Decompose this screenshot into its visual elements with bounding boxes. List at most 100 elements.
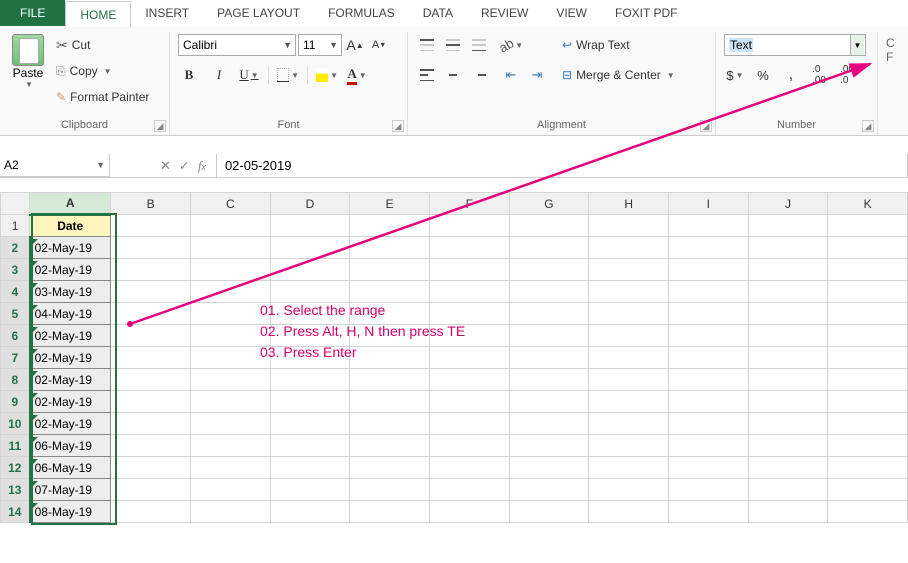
tab-home[interactable]: HOME <box>65 1 131 27</box>
cell-B9[interactable] <box>111 391 191 413</box>
orientation-button[interactable]: ab▼ <box>500 34 522 56</box>
cell-A2[interactable]: 02-May-19 <box>30 237 111 259</box>
cell-H9[interactable] <box>589 391 669 413</box>
cell-C8[interactable] <box>190 369 270 391</box>
cell-D1[interactable] <box>270 215 350 237</box>
font-name-select[interactable]: Calibri▼ <box>178 34 296 56</box>
cell-I2[interactable] <box>668 237 748 259</box>
cell-K6[interactable] <box>828 325 908 347</box>
cell-H1[interactable] <box>589 215 669 237</box>
cell-B1[interactable] <box>111 215 191 237</box>
cell-E13[interactable] <box>350 479 430 501</box>
cell-G6[interactable] <box>509 325 589 347</box>
cell-K13[interactable] <box>828 479 908 501</box>
decrease-indent-button[interactable]: ⇤ <box>500 64 522 86</box>
column-header-A[interactable]: A <box>30 193 111 215</box>
cell-I8[interactable] <box>668 369 748 391</box>
column-header-K[interactable]: K <box>828 193 908 215</box>
row-header-14[interactable]: 14 <box>1 501 30 523</box>
enter-formula-button[interactable]: ✓ <box>179 158 190 174</box>
cell-E2[interactable] <box>350 237 430 259</box>
cell-A9[interactable]: 02-May-19 <box>30 391 111 413</box>
cell-I3[interactable] <box>668 259 748 281</box>
row-header-13[interactable]: 13 <box>1 479 30 501</box>
decrease-font-button[interactable]: A▼ <box>368 34 390 56</box>
cell-F1[interactable] <box>429 215 509 237</box>
cell-G12[interactable] <box>509 457 589 479</box>
cell-J10[interactable] <box>748 413 828 435</box>
cell-H12[interactable] <box>589 457 669 479</box>
cell-I13[interactable] <box>668 479 748 501</box>
italic-button[interactable]: I <box>208 64 230 86</box>
cell-D2[interactable] <box>270 237 350 259</box>
cell-C13[interactable] <box>190 479 270 501</box>
cell-G4[interactable] <box>509 281 589 303</box>
column-header-B[interactable]: B <box>111 193 191 215</box>
cell-G8[interactable] <box>509 369 589 391</box>
align-bottom-button[interactable] <box>468 34 490 56</box>
cell-D14[interactable] <box>270 501 350 523</box>
increase-font-button[interactable]: A▲ <box>344 34 366 56</box>
cell-K1[interactable] <box>828 215 908 237</box>
cell-K9[interactable] <box>828 391 908 413</box>
decrease-decimal-button[interactable]: .00.0 <box>836 64 858 86</box>
cell-F12[interactable] <box>429 457 509 479</box>
cell-A3[interactable]: 02-May-19 <box>30 259 111 281</box>
cell-E12[interactable] <box>350 457 430 479</box>
cell-J8[interactable] <box>748 369 828 391</box>
tab-data[interactable]: DATA <box>409 0 467 26</box>
cell-F2[interactable] <box>429 237 509 259</box>
cell-E8[interactable] <box>350 369 430 391</box>
cell-F3[interactable] <box>429 259 509 281</box>
cell-B12[interactable] <box>111 457 191 479</box>
cell-I6[interactable] <box>668 325 748 347</box>
column-header-J[interactable]: J <box>748 193 828 215</box>
tab-file[interactable]: FILE <box>0 0 65 26</box>
row-header-3[interactable]: 3 <box>1 259 30 281</box>
cell-C11[interactable] <box>190 435 270 457</box>
font-size-select[interactable]: 11▼ <box>298 34 342 56</box>
cell-C4[interactable] <box>190 281 270 303</box>
cell-K7[interactable] <box>828 347 908 369</box>
cell-K4[interactable] <box>828 281 908 303</box>
cell-A14[interactable]: 08-May-19 <box>30 501 111 523</box>
cell-G2[interactable] <box>509 237 589 259</box>
cell-K2[interactable] <box>828 237 908 259</box>
align-left-button[interactable] <box>416 64 438 86</box>
cell-I5[interactable] <box>668 303 748 325</box>
cell-J4[interactable] <box>748 281 828 303</box>
cell-K12[interactable] <box>828 457 908 479</box>
cell-D8[interactable] <box>270 369 350 391</box>
cell-G11[interactable] <box>509 435 589 457</box>
cell-G14[interactable] <box>509 501 589 523</box>
cell-E14[interactable] <box>350 501 430 523</box>
cell-B7[interactable] <box>111 347 191 369</box>
border-button[interactable]: ▼ <box>277 64 299 86</box>
fill-color-button[interactable]: ▼ <box>316 64 338 86</box>
cell-H4[interactable] <box>589 281 669 303</box>
cell-I12[interactable] <box>668 457 748 479</box>
alignment-dialog-launcher[interactable]: ◢ <box>700 120 712 132</box>
cell-J12[interactable] <box>748 457 828 479</box>
row-header-5[interactable]: 5 <box>1 303 30 325</box>
cell-H8[interactable] <box>589 369 669 391</box>
align-right-button[interactable] <box>468 64 490 86</box>
row-header-12[interactable]: 12 <box>1 457 30 479</box>
cell-G3[interactable] <box>509 259 589 281</box>
cell-G7[interactable] <box>509 347 589 369</box>
align-middle-button[interactable] <box>442 34 464 56</box>
row-header-6[interactable]: 6 <box>1 325 30 347</box>
percent-button[interactable]: % <box>752 64 774 86</box>
cell-E3[interactable] <box>350 259 430 281</box>
cell-A12[interactable]: 06-May-19 <box>30 457 111 479</box>
cell-J5[interactable] <box>748 303 828 325</box>
cell-A13[interactable]: 07-May-19 <box>30 479 111 501</box>
wrap-text-button[interactable]: ↩Wrap Text <box>558 34 679 56</box>
cell-I14[interactable] <box>668 501 748 523</box>
cell-H13[interactable] <box>589 479 669 501</box>
cell-A6[interactable]: 02-May-19 <box>30 325 111 347</box>
column-header-G[interactable]: G <box>509 193 589 215</box>
cell-A10[interactable]: 02-May-19 <box>30 413 111 435</box>
tab-page-layout[interactable]: PAGE LAYOUT <box>203 0 314 26</box>
cell-J11[interactable] <box>748 435 828 457</box>
